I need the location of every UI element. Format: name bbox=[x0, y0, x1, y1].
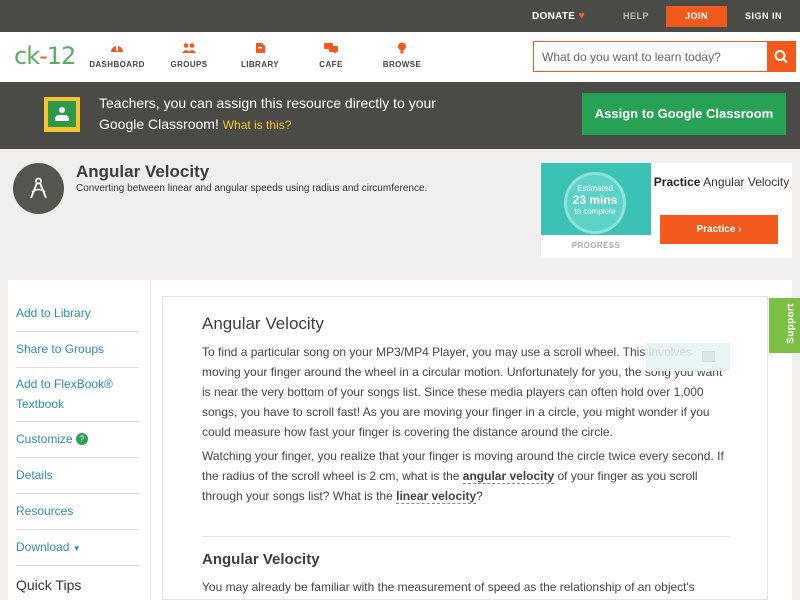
donate-label: DONATE bbox=[532, 11, 576, 22]
nav-groups-label: GROUPS bbox=[170, 60, 208, 69]
practice-card: Estimated 23 mins to complete PROGRESS P… bbox=[541, 163, 792, 258]
caret-down-icon: ▼ bbox=[72, 544, 81, 553]
nav-cafe[interactable]: CAFE bbox=[296, 42, 366, 69]
support-tab[interactable]: Support bbox=[769, 298, 800, 353]
angular-velocity-term[interactable]: angular velocity bbox=[462, 469, 555, 484]
search-box bbox=[533, 41, 796, 72]
assign-google-classroom-button[interactable]: Assign to Google Classroom bbox=[582, 93, 786, 135]
section-title: Angular Velocity bbox=[202, 551, 320, 568]
sign-in-link[interactable]: SIGN IN bbox=[745, 11, 782, 21]
angular-velocity-icon bbox=[13, 163, 64, 214]
search-input[interactable] bbox=[534, 42, 768, 71]
library-icon bbox=[256, 43, 265, 53]
top-utility-bar: DONATE ♥ HELP JOIN SIGN IN bbox=[0, 0, 800, 32]
add-to-flexbook-link[interactable]: Add to FlexBook® Textbook bbox=[16, 368, 139, 422]
details-link[interactable]: Details bbox=[16, 458, 139, 494]
section-divider bbox=[202, 536, 730, 537]
nav-browse-label: BROWSE bbox=[382, 60, 422, 69]
join-button[interactable]: JOIN bbox=[666, 6, 727, 27]
linear-velocity-term[interactable]: linear velocity bbox=[396, 489, 477, 504]
main-nav: ck-12 DASHBOARD GROUPS LIBRARY CAFE BROW… bbox=[0, 32, 800, 82]
support-label: Support bbox=[785, 303, 797, 344]
quick-tips-heading: Quick Tips bbox=[16, 577, 82, 593]
estimated-time-badge: Estimated 23 mins to complete bbox=[564, 172, 626, 234]
customize-link[interactable]: Customize? bbox=[16, 422, 139, 458]
browse-icon bbox=[398, 42, 406, 54]
heart-icon: ♥ bbox=[578, 10, 586, 22]
customize-label: Customize bbox=[16, 432, 73, 446]
search-icon bbox=[774, 50, 788, 64]
practice-title: Practice Angular Velocity bbox=[651, 175, 792, 189]
practice-progress-image: Estimated 23 mins to complete bbox=[541, 163, 651, 235]
download-label: Download bbox=[16, 540, 70, 554]
nav-library-label: LIBRARY bbox=[240, 60, 280, 69]
resources-link[interactable]: Resources bbox=[16, 494, 139, 530]
nav-cafe-label: CAFE bbox=[319, 60, 343, 69]
cafe-icon bbox=[324, 43, 338, 54]
help-question-icon[interactable]: ? bbox=[75, 433, 88, 445]
question-paragraph: Watching your finger, you realize that y… bbox=[202, 446, 732, 506]
banner-text: Teachers, you can assign this resource d… bbox=[99, 93, 479, 136]
groups-icon bbox=[182, 43, 196, 53]
left-sidebar: Add to Library Share to Groups Add to Fl… bbox=[8, 280, 150, 600]
section-paragraph: You may already be familiar with the mea… bbox=[202, 580, 695, 594]
share-to-groups-link[interactable]: Share to Groups bbox=[16, 332, 139, 368]
question-text-c: ? bbox=[476, 489, 483, 503]
annotation-button[interactable] bbox=[646, 343, 730, 371]
page-subtitle: Converting between linear and angular sp… bbox=[76, 183, 428, 194]
google-classroom-banner: Teachers, you can assign this resource d… bbox=[0, 82, 800, 149]
practice-button[interactable]: Practice › bbox=[660, 215, 778, 244]
nav-groups[interactable]: GROUPS bbox=[154, 42, 224, 69]
progress-label: PROGRESS bbox=[571, 241, 621, 250]
to-complete-label: to complete bbox=[574, 207, 616, 216]
dashboard-icon bbox=[111, 46, 123, 52]
note-icon bbox=[702, 351, 715, 362]
estimated-minutes: 23 mins bbox=[572, 193, 618, 207]
estimated-label: Estimated bbox=[577, 184, 613, 193]
search-button[interactable] bbox=[767, 42, 795, 71]
nav-dashboard[interactable]: DASHBOARD bbox=[82, 42, 152, 69]
practice-title-bold: Practice bbox=[653, 175, 701, 189]
nav-library[interactable]: LIBRARY bbox=[225, 42, 295, 69]
practice-button-label: Practice bbox=[696, 224, 736, 235]
nav-browse[interactable]: BROWSE bbox=[367, 42, 437, 69]
add-to-library-link[interactable]: Add to Library bbox=[16, 296, 139, 332]
ck12-logo[interactable]: ck-12 bbox=[14, 42, 76, 70]
chevron-right-icon: › bbox=[738, 224, 742, 235]
donate-link[interactable]: DONATE ♥ bbox=[532, 10, 585, 22]
download-dropdown[interactable]: Download ▼ bbox=[16, 530, 139, 566]
compass-icon bbox=[30, 177, 47, 199]
lesson-title: Angular Velocity bbox=[202, 314, 324, 333]
nav-dashboard-label: DASHBOARD bbox=[89, 60, 145, 69]
page-title: Angular Velocity bbox=[76, 162, 210, 181]
practice-title-rest: Angular Velocity bbox=[703, 175, 790, 189]
help-link[interactable]: HELP bbox=[623, 11, 649, 21]
what-is-this-link[interactable]: What is this? bbox=[223, 118, 292, 132]
google-classroom-icon bbox=[44, 97, 80, 132]
